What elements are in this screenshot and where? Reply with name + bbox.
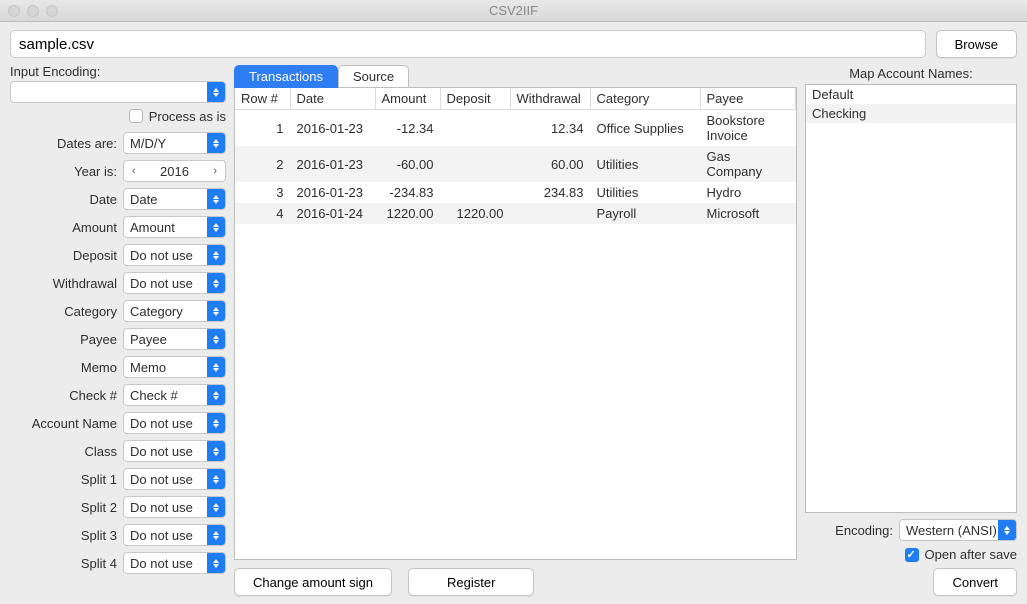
chevron-updown-icon <box>207 217 225 237</box>
amount-select[interactable]: Amount <box>123 216 226 238</box>
chevron-updown-icon <box>207 189 225 209</box>
chevron-updown-icon <box>207 301 225 321</box>
col-withdrawal[interactable]: Withdrawal <box>510 88 590 110</box>
col-category[interactable]: Category <box>590 88 700 110</box>
checknum-select[interactable]: Check # <box>123 384 226 406</box>
table-row[interactable]: 42016-01-241220.001220.00PayrollMicrosof… <box>235 203 796 224</box>
class-select[interactable]: Do not use <box>123 440 226 462</box>
chevron-updown-icon <box>207 469 225 489</box>
date-select[interactable]: Date <box>123 188 226 210</box>
chevron-updown-icon <box>207 329 225 349</box>
chevron-updown-icon <box>207 413 225 433</box>
minimize-icon[interactable] <box>27 5 39 17</box>
tab-transactions[interactable]: Transactions <box>234 65 338 88</box>
chevron-updown-icon <box>207 245 225 265</box>
open-after-save-checkbox[interactable] <box>905 548 919 562</box>
account-name-select[interactable]: Do not use <box>123 412 226 434</box>
output-encoding-select[interactable]: Western (ANSI) <box>899 519 1017 541</box>
category-select[interactable]: Category <box>123 300 226 322</box>
chevron-updown-icon <box>207 357 225 377</box>
zoom-icon[interactable] <box>46 5 58 17</box>
close-icon[interactable] <box>8 5 20 17</box>
withdrawal-select[interactable]: Do not use <box>123 272 226 294</box>
convert-button[interactable]: Convert <box>933 568 1017 596</box>
col-payee[interactable]: Payee <box>700 88 796 110</box>
year-stepper[interactable]: ‹ 2016 › <box>123 160 226 182</box>
list-item[interactable]: Checking <box>806 104 1016 123</box>
process-as-is-label: Process as is <box>149 109 226 124</box>
browse-button[interactable]: Browse <box>936 30 1017 58</box>
change-amount-sign-button[interactable]: Change amount sign <box>234 568 392 596</box>
col-deposit[interactable]: Deposit <box>440 88 510 110</box>
table-row[interactable]: 12016-01-23-12.3412.34Office SuppliesBoo… <box>235 110 796 147</box>
payee-select[interactable]: Payee <box>123 328 226 350</box>
window-controls[interactable] <box>8 5 58 17</box>
dates-are-select[interactable]: M/D/Y <box>123 132 226 154</box>
tab-source[interactable]: Source <box>338 65 409 88</box>
memo-select[interactable]: Memo <box>123 356 226 378</box>
chevron-updown-icon <box>998 520 1016 540</box>
chevron-updown-icon <box>207 553 225 573</box>
transactions-table[interactable]: Row # Date Amount Deposit Withdrawal Cat… <box>234 87 797 560</box>
deposit-select[interactable]: Do not use <box>123 244 226 266</box>
file-path-input[interactable] <box>10 30 926 58</box>
col-row[interactable]: Row # <box>235 88 290 110</box>
col-amount[interactable]: Amount <box>375 88 440 110</box>
input-encoding-select[interactable] <box>10 81 226 103</box>
register-button[interactable]: Register <box>408 568 534 596</box>
list-item[interactable]: Default <box>806 85 1016 104</box>
chevron-updown-icon <box>207 385 225 405</box>
account-names-list[interactable]: Default Checking <box>805 84 1017 513</box>
col-date[interactable]: Date <box>290 88 375 110</box>
split4-select[interactable]: Do not use <box>123 552 226 574</box>
chevron-updown-icon <box>207 273 225 293</box>
chevron-right-icon[interactable]: › <box>207 165 223 177</box>
input-encoding-label: Input Encoding: <box>10 64 226 79</box>
titlebar: CSV2IIF <box>0 0 1027 22</box>
chevron-updown-icon <box>207 133 225 153</box>
open-after-save-label: Open after save <box>925 547 1018 562</box>
window-title: CSV2IIF <box>489 3 538 18</box>
map-account-names-label: Map Account Names: <box>805 64 1017 84</box>
output-encoding-label: Encoding: <box>835 523 893 538</box>
process-as-is-checkbox[interactable] <box>129 109 143 123</box>
split3-select[interactable]: Do not use <box>123 524 226 546</box>
table-row[interactable]: 22016-01-23-60.0060.00UtilitiesGas Compa… <box>235 146 796 182</box>
chevron-updown-icon <box>207 441 225 461</box>
split2-select[interactable]: Do not use <box>123 496 226 518</box>
chevron-left-icon[interactable]: ‹ <box>126 165 142 177</box>
table-row[interactable]: 32016-01-23-234.83234.83UtilitiesHydro <box>235 182 796 203</box>
chevron-updown-icon <box>207 497 225 517</box>
split1-select[interactable]: Do not use <box>123 468 226 490</box>
chevron-updown-icon <box>207 82 225 102</box>
chevron-updown-icon <box>207 525 225 545</box>
